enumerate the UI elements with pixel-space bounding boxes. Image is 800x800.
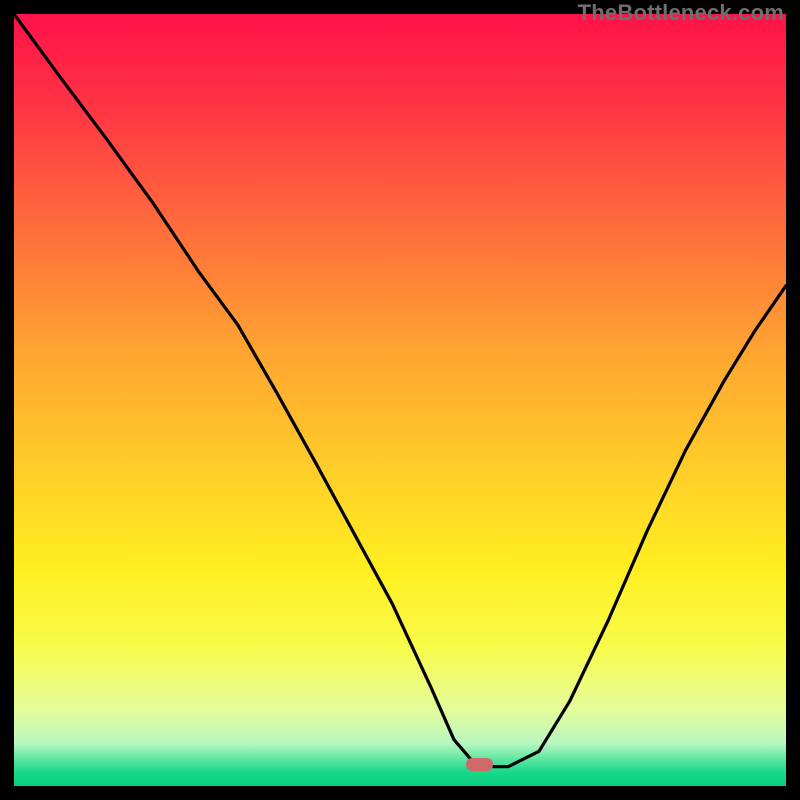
optimal-marker [466, 758, 492, 770]
gradient-background [14, 14, 786, 786]
watermark-text: TheBottleneck.com [578, 0, 784, 26]
chart-frame [14, 14, 786, 786]
